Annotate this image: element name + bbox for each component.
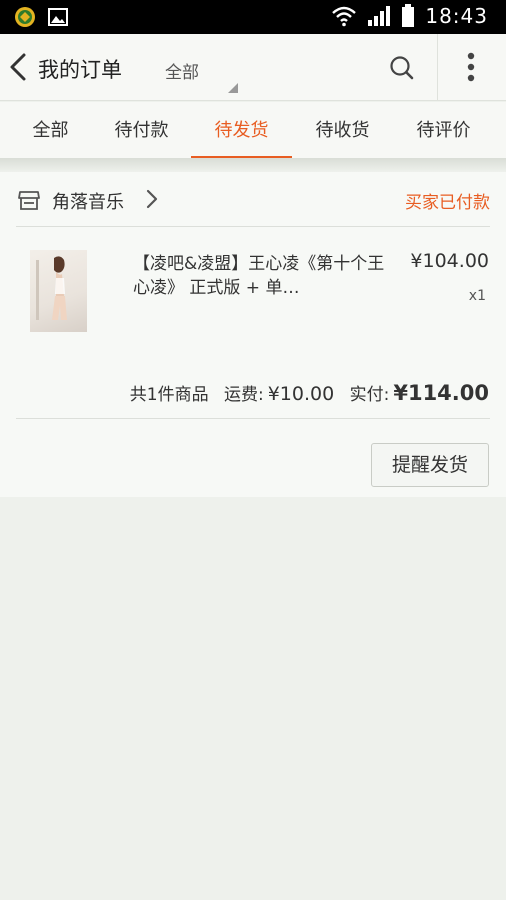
shipping-amount: ¥10.00 <box>267 383 335 405</box>
tabs-shadow <box>0 158 506 172</box>
product-photo-icon <box>36 256 67 320</box>
page-title: 我的订单 <box>38 58 122 82</box>
tab-pending-receipt[interactable]: 待收货 <box>292 102 393 158</box>
order-status: 买家已付款 <box>405 193 490 213</box>
wifi-icon <box>332 6 357 27</box>
shop-name[interactable]: 角落音乐 <box>52 188 124 214</box>
status-time: 18:43 <box>425 4 488 28</box>
tab-all[interactable]: 全部 <box>0 102 101 158</box>
product-title[interactable]: 【凌吧&凌盟】王心凌《第十个王心凌》 正式版 + 单… <box>133 252 395 300</box>
dropdown-caret-icon[interactable] <box>228 83 238 93</box>
battery-icon <box>402 4 415 27</box>
product-thumbnail[interactable] <box>30 250 87 332</box>
app-logo-icon <box>15 7 35 27</box>
back-arrow-icon[interactable] <box>6 51 32 83</box>
signal-icon <box>368 6 391 26</box>
status-bar-left <box>14 6 68 28</box>
tab-pending-payment[interactable]: 待付款 <box>91 102 192 158</box>
tab-pending-shipment[interactable]: 待发货 <box>191 102 292 158</box>
status-bar: 18:43 <box>0 0 506 34</box>
paid-label: 实付: <box>349 385 390 405</box>
remind-shipment-button[interactable]: 提醒发货 <box>371 443 489 487</box>
tab-pending-review[interactable]: 待评价 <box>393 102 494 158</box>
shipping-label: 运费: <box>223 385 264 405</box>
item-quantity: x1 <box>468 288 486 304</box>
search-icon[interactable] <box>388 54 416 82</box>
shop-row[interactable]: 角落音乐 买家已付款 <box>16 172 490 227</box>
more-vertical-icon[interactable] <box>458 50 484 84</box>
chevron-right-icon[interactable] <box>144 188 160 210</box>
app-header: 我的订单 全部 <box>0 34 506 101</box>
image-icon <box>48 8 68 26</box>
paid-amount: ¥114.00 <box>393 381 489 405</box>
header-divider <box>437 34 438 101</box>
summary-divider <box>16 418 490 419</box>
shop-icon <box>18 191 40 210</box>
status-bar-right: 18:43 <box>331 4 488 28</box>
order-summary: 共1件商品 运费: ¥10.00 实付: ¥114.00 <box>120 380 489 405</box>
order-card[interactable]: 角落音乐 买家已付款 【凌吧&凌盟】王心凌《第十个王心凌》 正式版 + 单… ¥… <box>0 172 506 497</box>
filter-dropdown[interactable]: 全部 <box>165 58 199 83</box>
item-count: 共1件商品 <box>129 385 209 405</box>
item-price: ¥104.00 <box>410 250 489 272</box>
order-tabs: 全部 待付款 待发货 待收货 待评价 <box>0 102 506 159</box>
